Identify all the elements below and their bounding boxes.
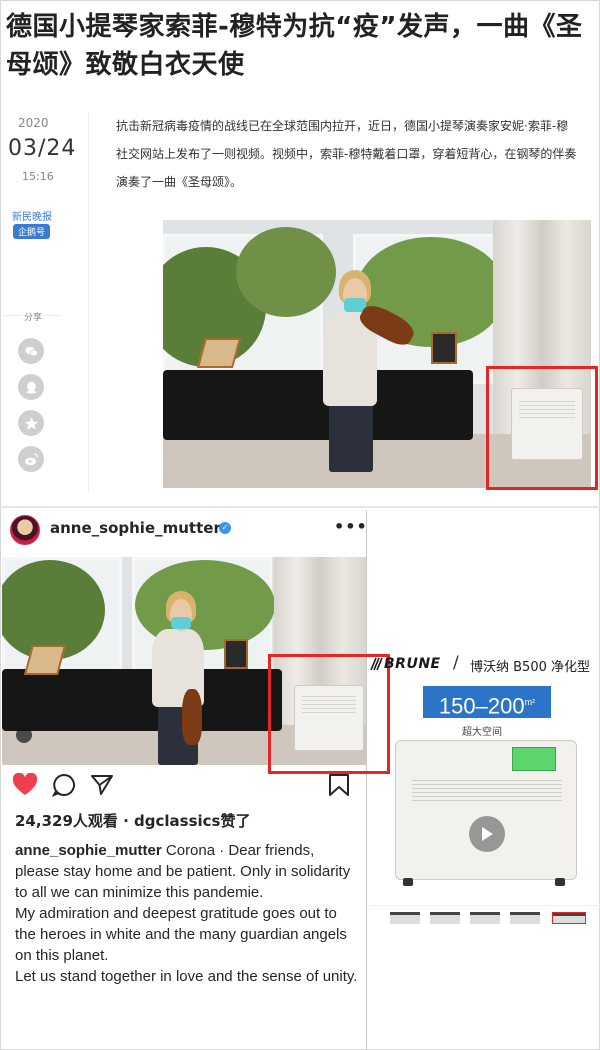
thumbnail-active[interactable] xyxy=(552,912,586,924)
article-body: 抗击新冠病毒疫情的战线已在全球范围内拉开，近日，德国小提琴演奏家安妮·索菲-穆 … xyxy=(116,112,600,192)
area-unit: m² xyxy=(524,697,536,707)
picture-frame xyxy=(431,332,457,364)
ig-views: 24,329人观看 · dgclassics赞了 xyxy=(15,812,251,830)
purifier-display xyxy=(512,747,556,771)
tree xyxy=(236,227,336,317)
highlight-box xyxy=(486,366,598,490)
column-divider xyxy=(366,510,367,1050)
picture-frame xyxy=(224,639,248,669)
highlight-box xyxy=(268,654,390,774)
face-mask xyxy=(171,617,191,629)
area-value: 150–200 xyxy=(438,693,525,719)
product-name: 博沃纳 B500 净化型 xyxy=(470,660,590,675)
thumbnail[interactable] xyxy=(390,912,420,924)
thumbnail[interactable] xyxy=(430,912,460,924)
publish-time: 15:16 xyxy=(22,170,54,183)
source-badge[interactable]: 企鹅号 xyxy=(13,224,51,239)
weibo-share-button[interactable] xyxy=(18,446,44,472)
purifier-unit xyxy=(395,740,577,880)
thumbnail-strip xyxy=(370,905,600,927)
weibo-icon xyxy=(24,452,38,465)
publish-year: 2020 xyxy=(18,116,49,130)
play-button[interactable] xyxy=(469,816,505,852)
caption-line: Let us stand together in love and the se… xyxy=(15,968,358,985)
verified-icon: ✓ xyxy=(219,522,231,534)
thumbnail[interactable] xyxy=(470,912,500,924)
more-options-icon[interactable]: ••• xyxy=(334,517,368,536)
source-link[interactable]: 新民晚报 xyxy=(12,208,52,223)
avatar[interactable] xyxy=(10,515,40,545)
ig-username[interactable]: anne_sophie_mutter xyxy=(50,519,221,537)
body-line: 抗击新冠病毒疫情的战线已在全球范围内拉开，近日，德国小提琴演奏家安妮·索菲-穆 xyxy=(116,119,569,133)
audio-icon[interactable] xyxy=(16,727,32,743)
piano xyxy=(163,370,473,440)
publish-date: 03/24 xyxy=(8,136,77,161)
bookmark-icon[interactable] xyxy=(328,773,350,797)
meta-separator xyxy=(88,112,89,492)
violin xyxy=(182,689,202,745)
area-subtitle: 超大空间 xyxy=(462,727,502,738)
body-line: 社交网站上发布了一则视频。视频中，索菲-穆特戴着口罩，穿着短背心，在钢琴的伴奏 xyxy=(116,147,577,161)
wechat-icon xyxy=(24,346,38,356)
caption-line: My admiration and deepest gratitude goes… xyxy=(15,905,347,964)
favorite-icon xyxy=(24,416,38,430)
wheel xyxy=(555,878,565,886)
wheel xyxy=(403,878,413,886)
brand-logo: BRUNE xyxy=(370,656,448,672)
window xyxy=(163,227,336,384)
caption-line: Corona · Dear friends, xyxy=(165,842,315,859)
caption-username[interactable]: anne_sophie_mutter xyxy=(15,842,162,859)
brand-separator: / xyxy=(453,653,459,673)
purifier-vent xyxy=(412,777,562,801)
heart-icon[interactable] xyxy=(12,773,38,797)
ig-caption: anne_sophie_mutter Corona · Dear friends… xyxy=(15,840,360,987)
brand-name: BRUNE xyxy=(384,656,441,672)
piano xyxy=(2,669,282,731)
thumbnail[interactable] xyxy=(510,912,540,924)
play-icon xyxy=(482,827,493,841)
section-divider xyxy=(0,506,600,508)
article-headline: 德国小提琴家索菲-穆特为抗“疫”发声，一曲《圣母颂》致敬白衣天使 xyxy=(6,12,583,80)
ig-action-bar xyxy=(12,772,366,800)
comment-icon[interactable] xyxy=(52,773,76,797)
caption-line: please stay home and be patient. Only in… xyxy=(15,863,351,901)
brand-mark-icon xyxy=(370,657,383,671)
area-banner: 150–200m² xyxy=(423,686,551,718)
share-label: 分享 xyxy=(22,310,45,323)
person-legs xyxy=(329,398,373,472)
qq-icon xyxy=(25,380,37,394)
product-image[interactable] xyxy=(395,740,577,890)
favorite-share-button[interactable] xyxy=(18,410,44,436)
share-icon[interactable] xyxy=(90,773,114,797)
qq-share-button[interactable] xyxy=(18,374,44,400)
body-line: 演奏了一曲《圣母颂》。 xyxy=(116,175,243,189)
wechat-share-button[interactable] xyxy=(18,338,44,364)
